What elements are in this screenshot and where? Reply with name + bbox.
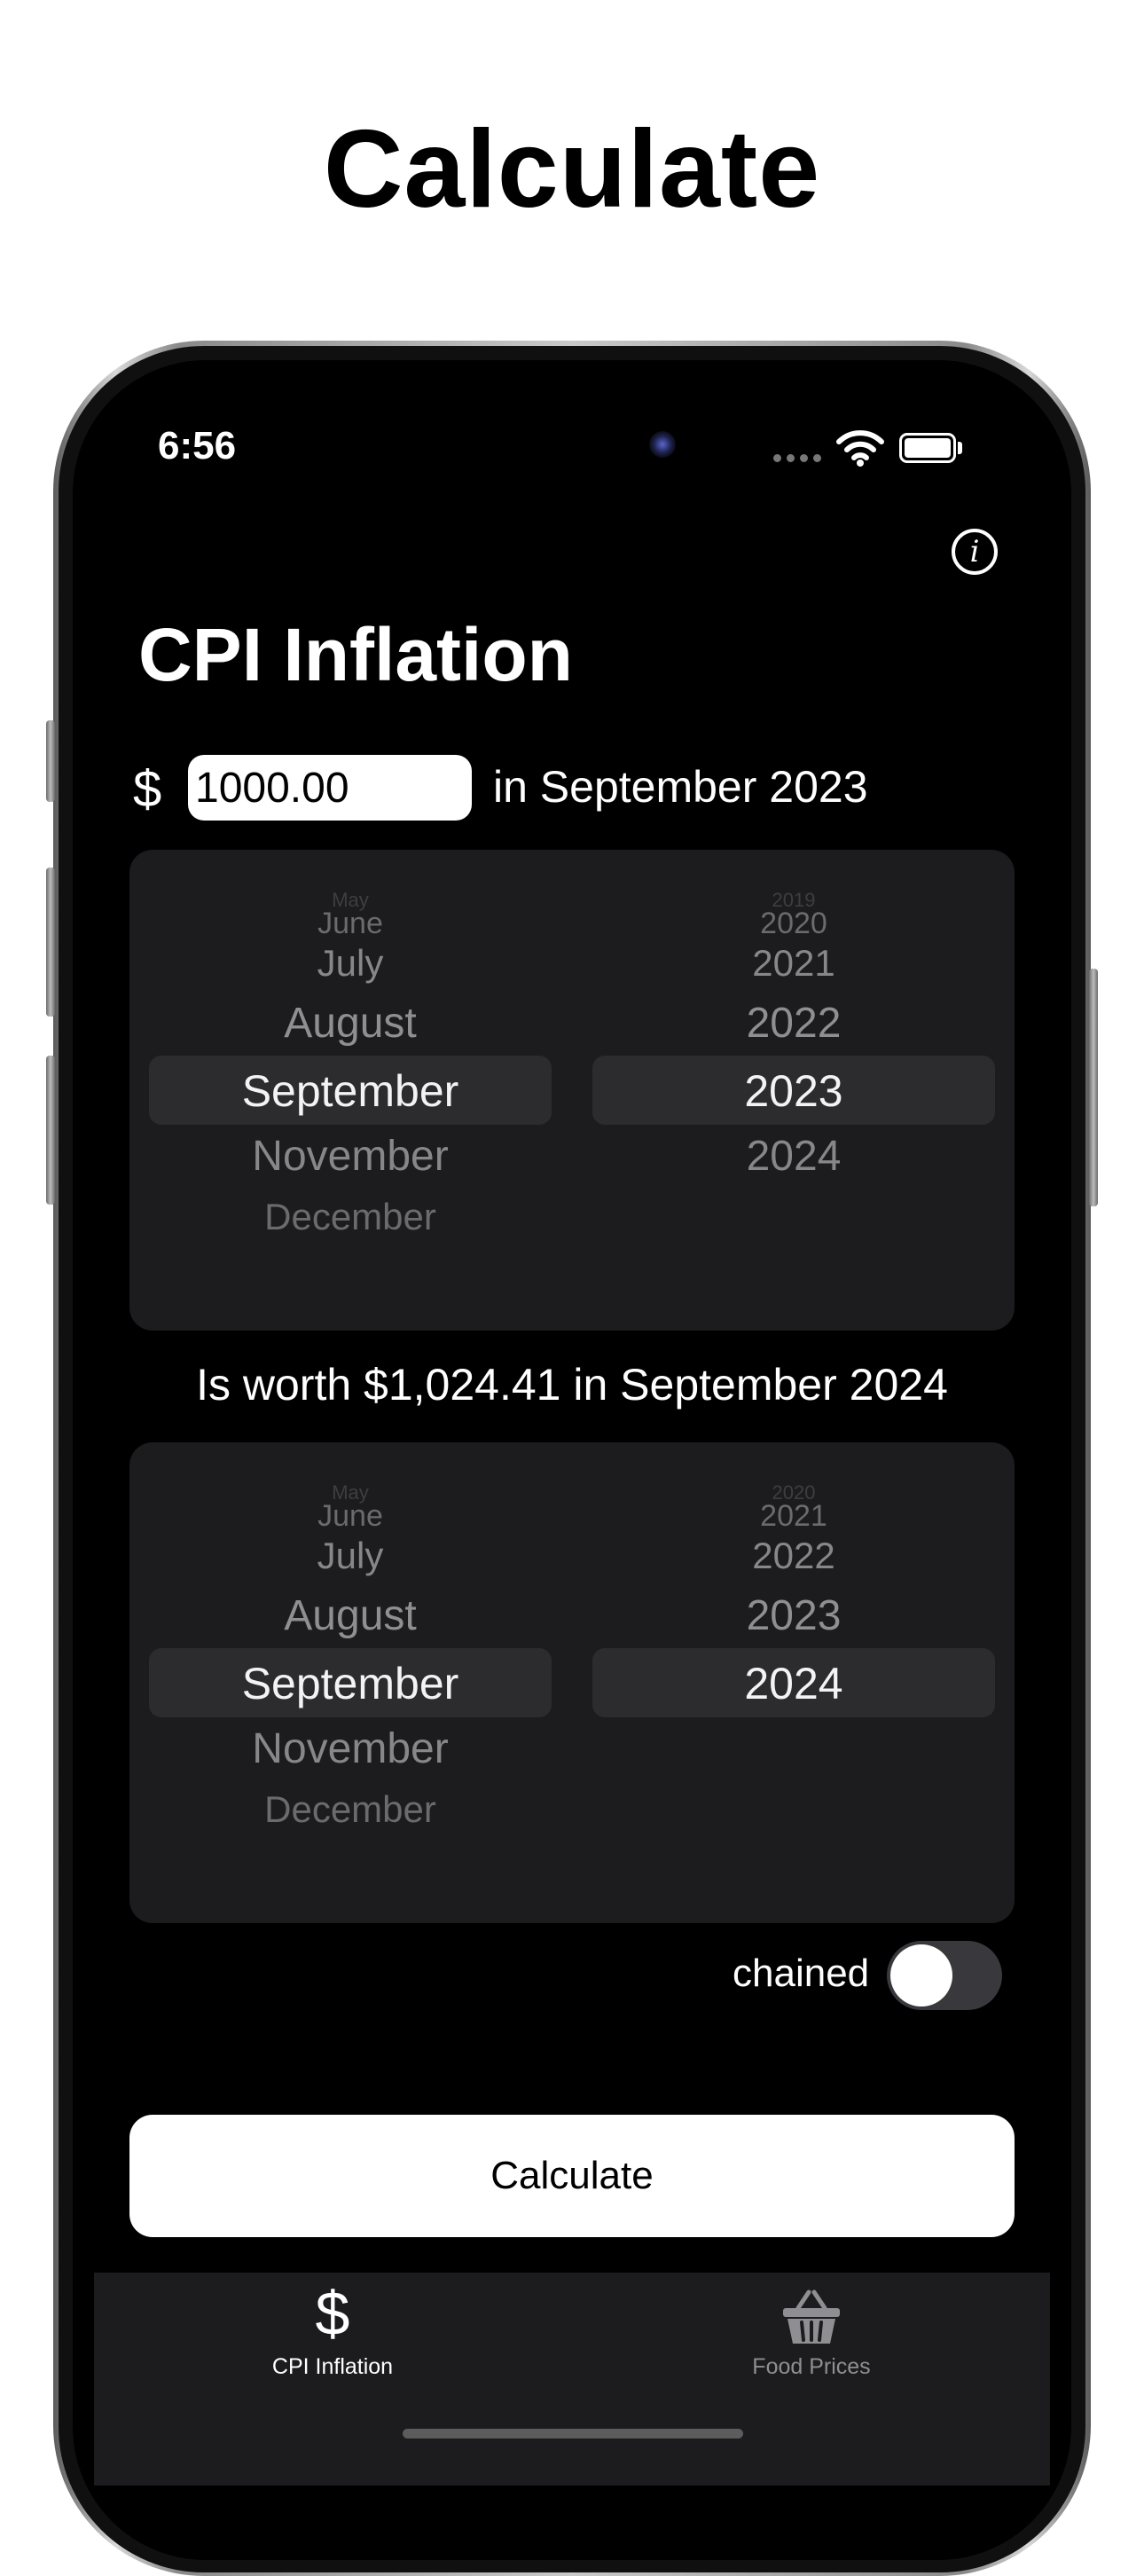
month-option[interactable]: July bbox=[149, 1535, 552, 1577]
month-option[interactable]: November bbox=[149, 1724, 552, 1773]
toggle-knob bbox=[890, 1944, 952, 2007]
volume-up-button bbox=[46, 868, 55, 1017]
month-option[interactable]: November bbox=[149, 1132, 552, 1181]
app-title: CPI Inflation bbox=[138, 613, 573, 696]
dollar-icon: $ bbox=[315, 2279, 350, 2348]
info-button[interactable]: i bbox=[952, 529, 998, 575]
currency-symbol: $ bbox=[133, 760, 162, 818]
action-button bbox=[46, 720, 55, 802]
year-option[interactable]: 2021 bbox=[592, 1499, 995, 1534]
year-option[interactable]: 2022 bbox=[592, 999, 995, 1048]
tab-food-prices[interactable]: Food Prices bbox=[718, 2280, 905, 2380]
selected-year[interactable]: 2023 bbox=[592, 1065, 995, 1117]
tab-bar bbox=[94, 2273, 1050, 2486]
battery-icon bbox=[899, 433, 956, 463]
home-indicator bbox=[403, 2429, 743, 2439]
year-option[interactable]: 2023 bbox=[592, 1591, 995, 1640]
camera-icon bbox=[649, 431, 676, 458]
month-option[interactable]: August bbox=[149, 1591, 552, 1640]
chained-toggle[interactable] bbox=[887, 1941, 1002, 2010]
year-option[interactable]: 2021 bbox=[592, 942, 995, 985]
start-date-label: in September 2023 bbox=[493, 762, 868, 812]
year-option[interactable]: 2022 bbox=[592, 1535, 995, 1577]
basket-icon bbox=[783, 2289, 840, 2344]
cellular-signal-icon bbox=[773, 454, 821, 462]
month-option[interactable]: August bbox=[149, 999, 552, 1048]
info-icon: i bbox=[969, 534, 980, 569]
power-button bbox=[1089, 969, 1098, 1206]
status-time: 6:56 bbox=[158, 424, 237, 467]
page-headline: Calculate bbox=[323, 108, 821, 231]
calculate-button[interactable]: Calculate bbox=[129, 2115, 1015, 2237]
wifi-icon bbox=[836, 430, 884, 467]
start-date-picker[interactable]: May June July August September November … bbox=[129, 850, 1015, 1331]
tab-cpi-inflation[interactable]: $ CPI Inflation bbox=[239, 2280, 426, 2380]
selected-year[interactable]: 2024 bbox=[592, 1658, 995, 1709]
year-option[interactable]: 2024 bbox=[592, 1132, 995, 1181]
end-date-picker[interactable]: May June July August September November … bbox=[129, 1442, 1015, 1923]
month-option[interactable]: December bbox=[149, 1788, 552, 1831]
year-option[interactable]: 2020 bbox=[592, 907, 995, 941]
month-option[interactable]: June bbox=[149, 1499, 552, 1534]
tab-label: Food Prices bbox=[752, 2354, 871, 2379]
selected-month[interactable]: September bbox=[149, 1658, 552, 1709]
month-option[interactable]: June bbox=[149, 907, 552, 941]
month-option[interactable]: July bbox=[149, 942, 552, 985]
chained-label: chained bbox=[733, 1952, 870, 1995]
result-text: Is worth $1,024.41 in September 2024 bbox=[196, 1360, 948, 1410]
tab-label: CPI Inflation bbox=[271, 2354, 394, 2379]
selected-month[interactable]: September bbox=[149, 1065, 552, 1117]
amount-input[interactable] bbox=[188, 755, 472, 821]
month-option[interactable]: December bbox=[149, 1196, 552, 1238]
battery-cap bbox=[958, 442, 962, 454]
volume-down-button bbox=[46, 1056, 55, 1205]
